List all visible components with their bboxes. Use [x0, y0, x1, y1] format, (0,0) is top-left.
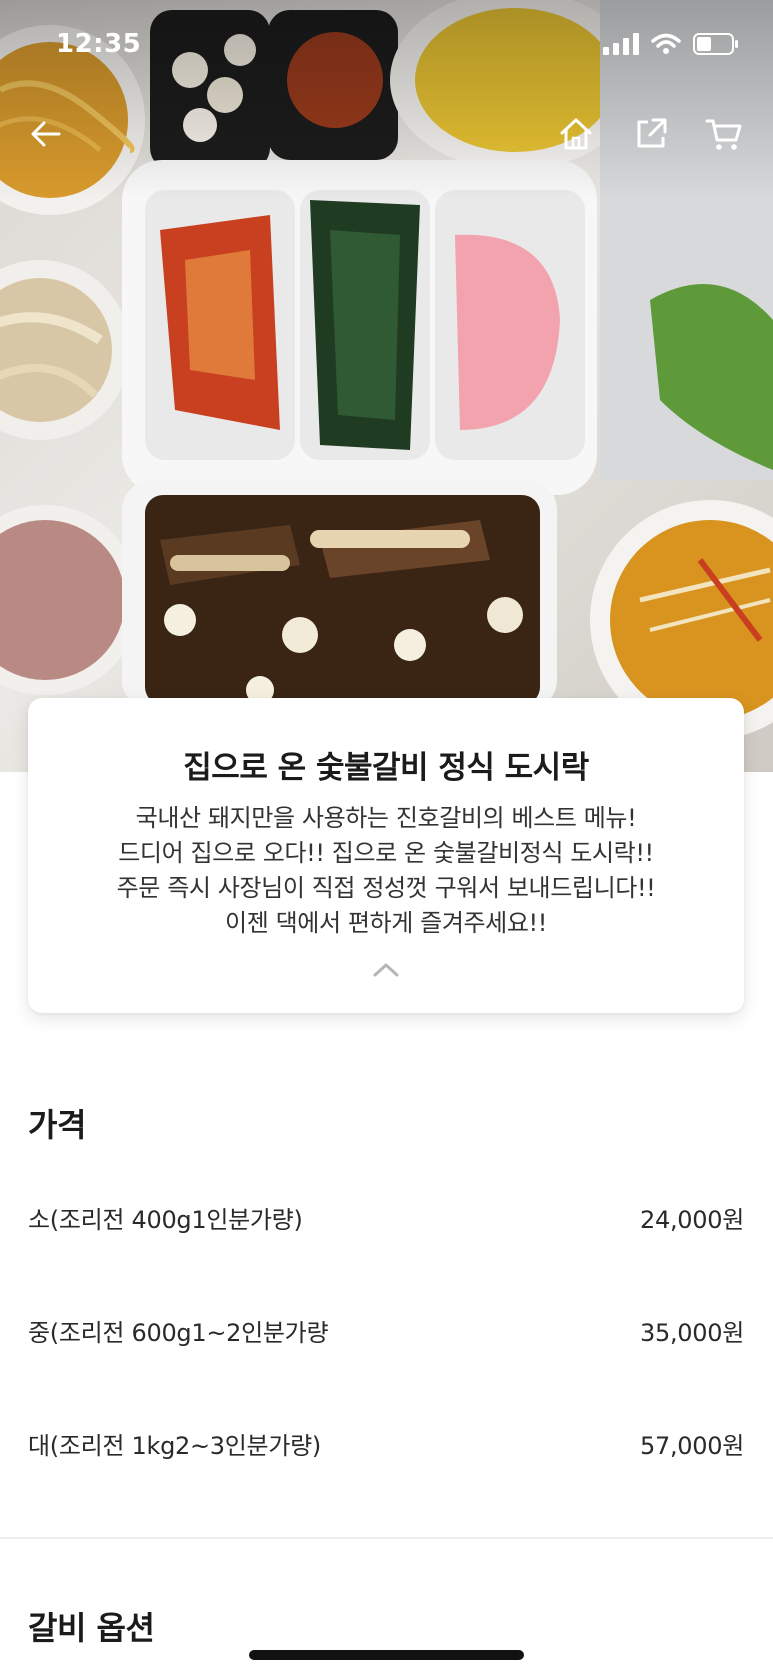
menu-title: 집으로 온 숯불갈비 정식 도시락 — [183, 750, 589, 786]
wifi-icon — [651, 33, 681, 54]
price-option-label: 소(조리전 400g1인분가량) — [28, 1205, 303, 1234]
price-section-title: 가격 — [28, 1106, 86, 1144]
description-line: 드디어 집으로 오다!! 집으로 온 숯불갈비정식 도시락!! — [118, 839, 654, 867]
home-button[interactable] — [552, 110, 600, 158]
cart-icon — [705, 119, 742, 150]
price-option-small[interactable]: 소(조리전 400g1인분가량) 24,000원 — [28, 1197, 744, 1237]
price-option-large[interactable]: 대(조리전 1kg2~3인분가량) 57,000원 — [28, 1423, 744, 1463]
price-option-price: 57,000원 — [640, 1431, 744, 1460]
collapse-description-button[interactable] — [368, 958, 404, 982]
galbi-option-section-title: 갈비 옵션 — [28, 1609, 155, 1647]
home-icon — [560, 118, 592, 150]
price-option-price: 24,000원 — [640, 1205, 744, 1234]
menu-info-card: 집으로 온 숯불갈비 정식 도시락 국내산 돼지만을 사용하는 진호갈비의 베스… — [28, 698, 744, 1013]
home-indicator[interactable] — [249, 1650, 524, 1660]
cellular-signal-icon — [603, 33, 639, 55]
status-bar: 12:35 — [0, 0, 773, 92]
price-option-label: 대(조리전 1kg2~3인분가량) — [28, 1431, 321, 1460]
description-line: 국내산 돼지만을 사용하는 진호갈비의 베스트 메뉴! — [135, 804, 637, 832]
section-divider — [0, 1537, 773, 1539]
price-option-price: 35,000원 — [640, 1318, 744, 1347]
back-button[interactable] — [22, 110, 70, 158]
menu-description: 국내산 돼지만을 사용하는 진호갈비의 베스트 메뉴! 드디어 집으로 오다!!… — [28, 801, 744, 941]
status-time: 12:35 — [56, 29, 142, 59]
price-option-label: 중(조리전 600g1~2인분가량 — [28, 1318, 329, 1347]
description-line: 이젠 댁에서 편하게 즐겨주세요!! — [225, 909, 547, 937]
share-icon — [637, 118, 667, 148]
description-line: 주문 즉시 사장님이 직접 정성껏 구워서 보내드립니다!! — [116, 874, 656, 902]
share-button[interactable] — [627, 110, 675, 158]
arrow-left-icon — [31, 121, 61, 147]
cart-button[interactable] — [700, 110, 748, 158]
battery-icon — [693, 33, 738, 55]
price-option-medium[interactable]: 중(조리전 600g1~2인분가량 35,000원 — [28, 1310, 744, 1350]
chevron-up-icon — [373, 963, 399, 977]
